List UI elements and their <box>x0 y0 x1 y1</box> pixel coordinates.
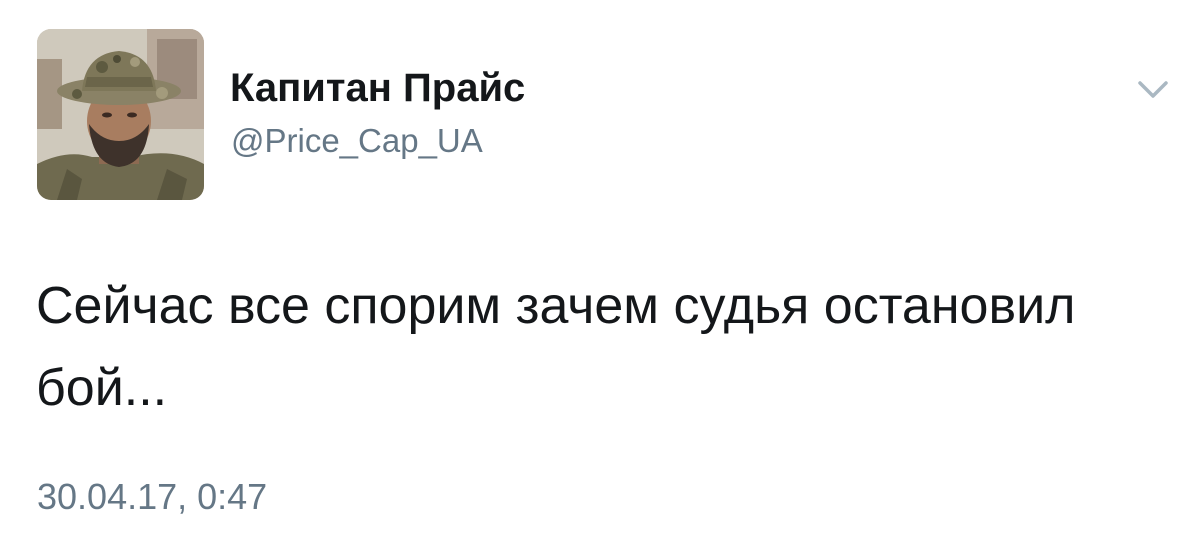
tweet-text: Сейчас все спорим зачем судья остановил … <box>36 277 1076 417</box>
display-name[interactable]: Капитан Прайс <box>230 64 525 112</box>
user-handle[interactable]: @Price_Cap_UA <box>231 121 483 161</box>
avatar[interactable] <box>37 29 204 200</box>
tweet-timestamp[interactable]: 30.04.17, 0:47 <box>37 475 267 519</box>
chevron-down-icon[interactable] <box>1136 77 1170 103</box>
